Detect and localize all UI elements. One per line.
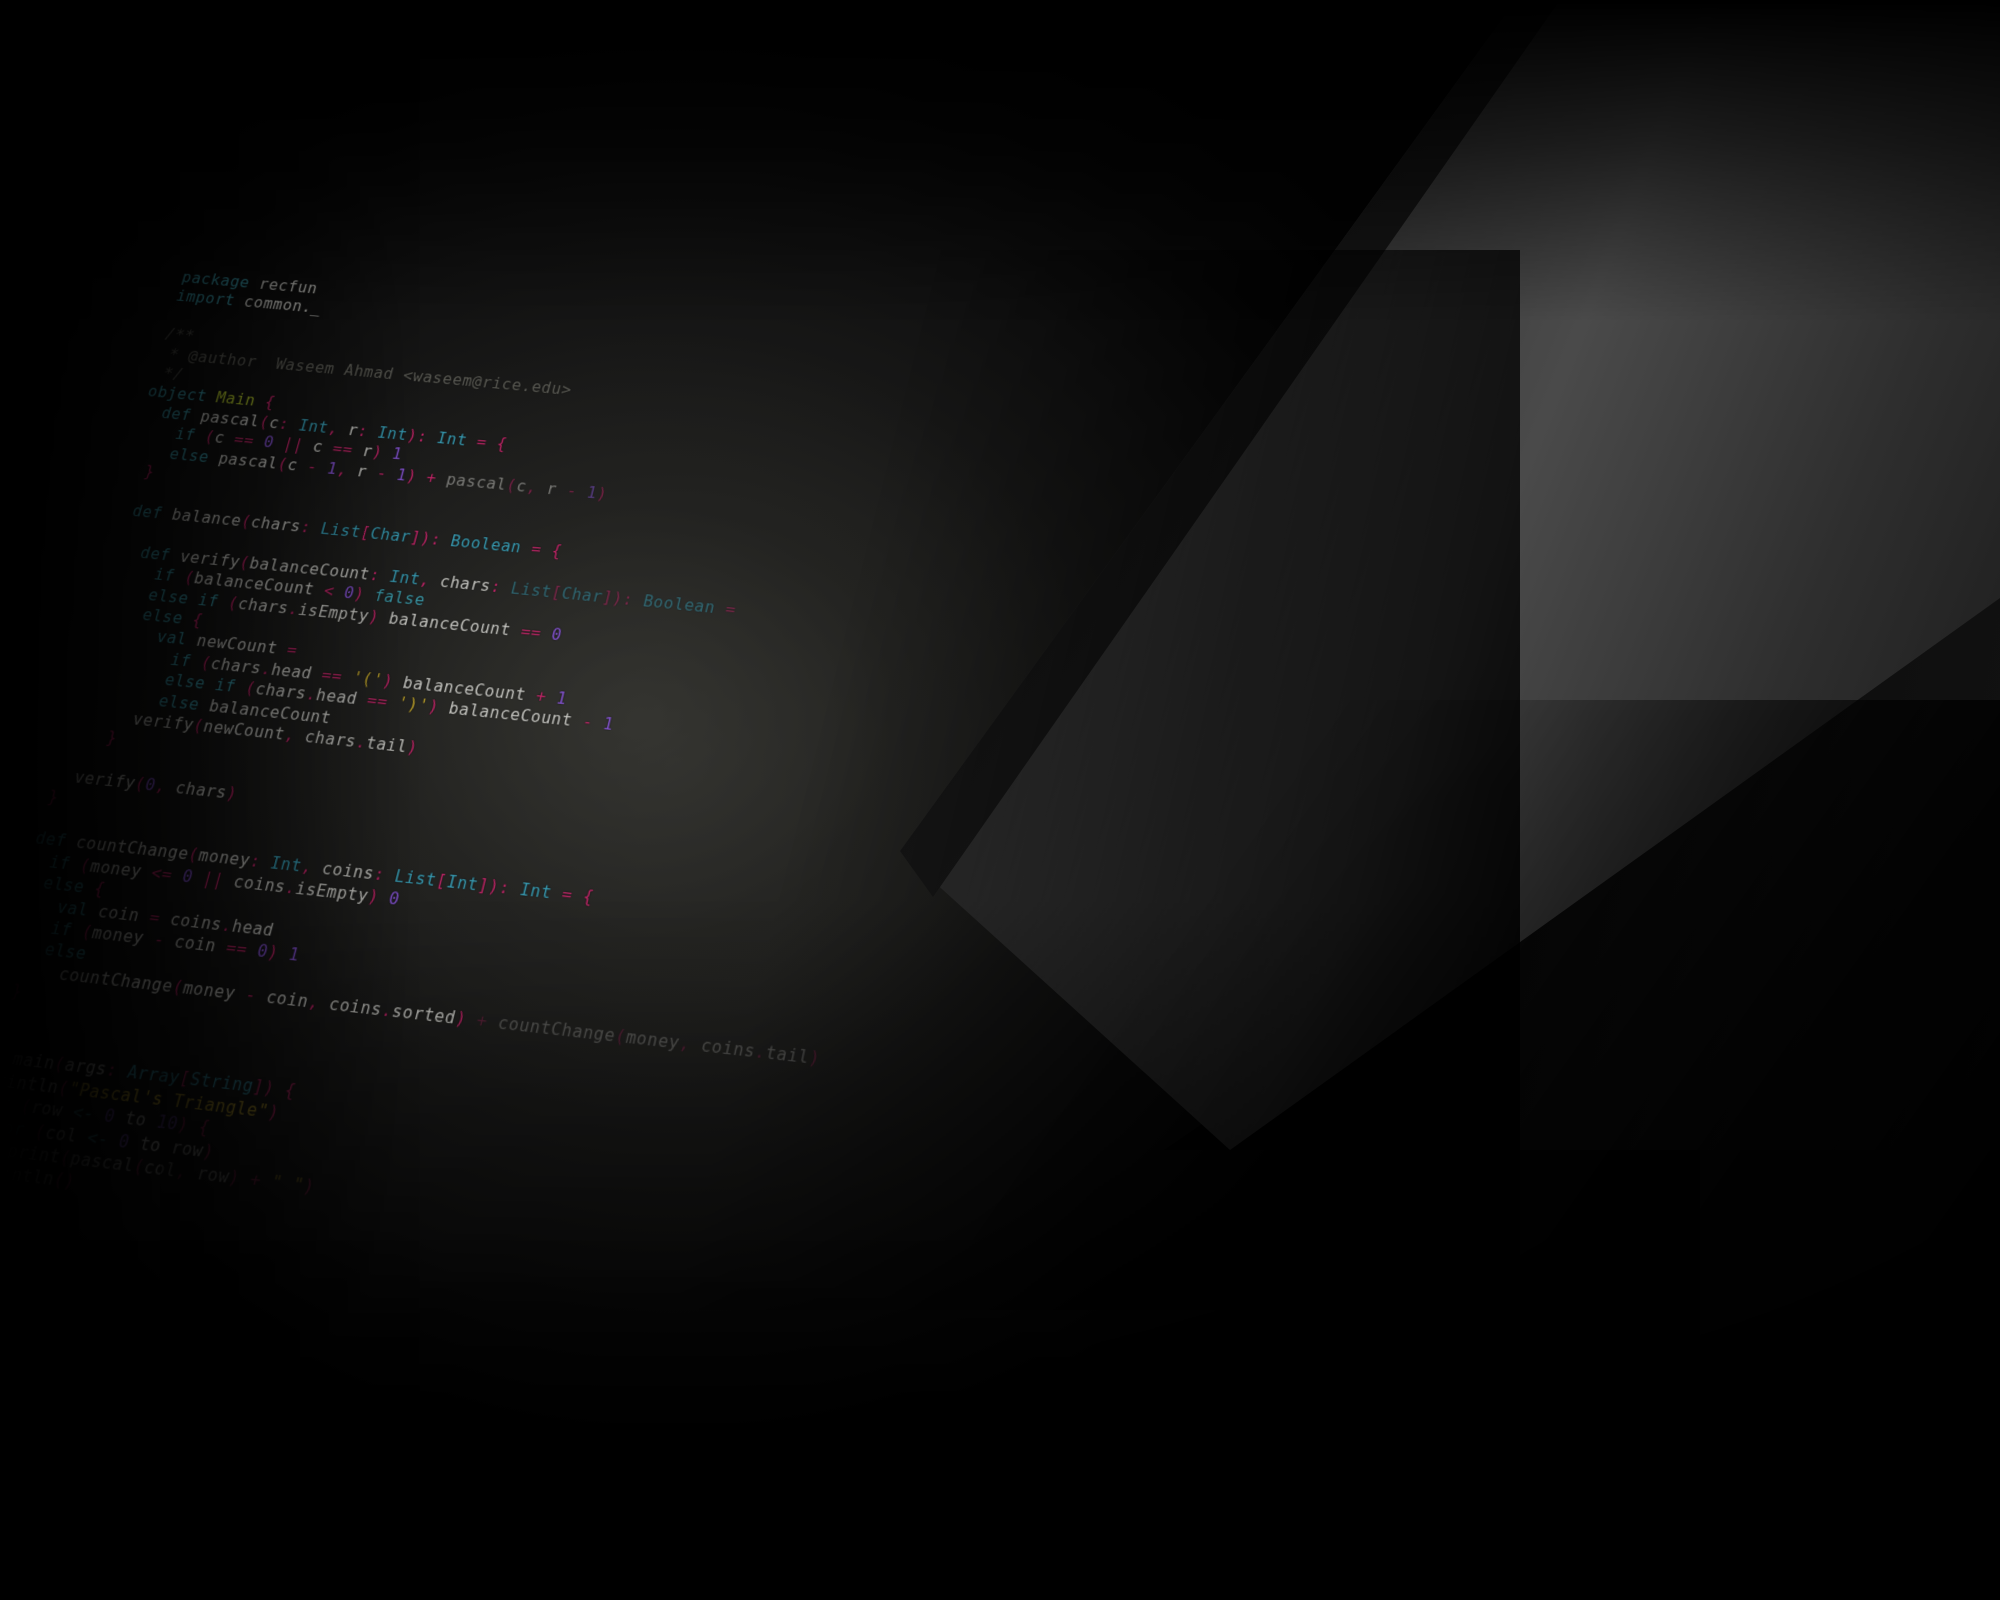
code-plane: package recfun import common._ /** * @aut…	[0, 268, 1446, 1412]
source-code-block: package recfun import common._ /** * @aut…	[0, 268, 1446, 1412]
wallpaper-canvas: package recfun import common._ /** * @aut…	[0, 0, 2000, 1600]
top-vignette	[0, 0, 2000, 320]
code-scene: package recfun import common._ /** * @aut…	[0, 0, 2000, 1600]
